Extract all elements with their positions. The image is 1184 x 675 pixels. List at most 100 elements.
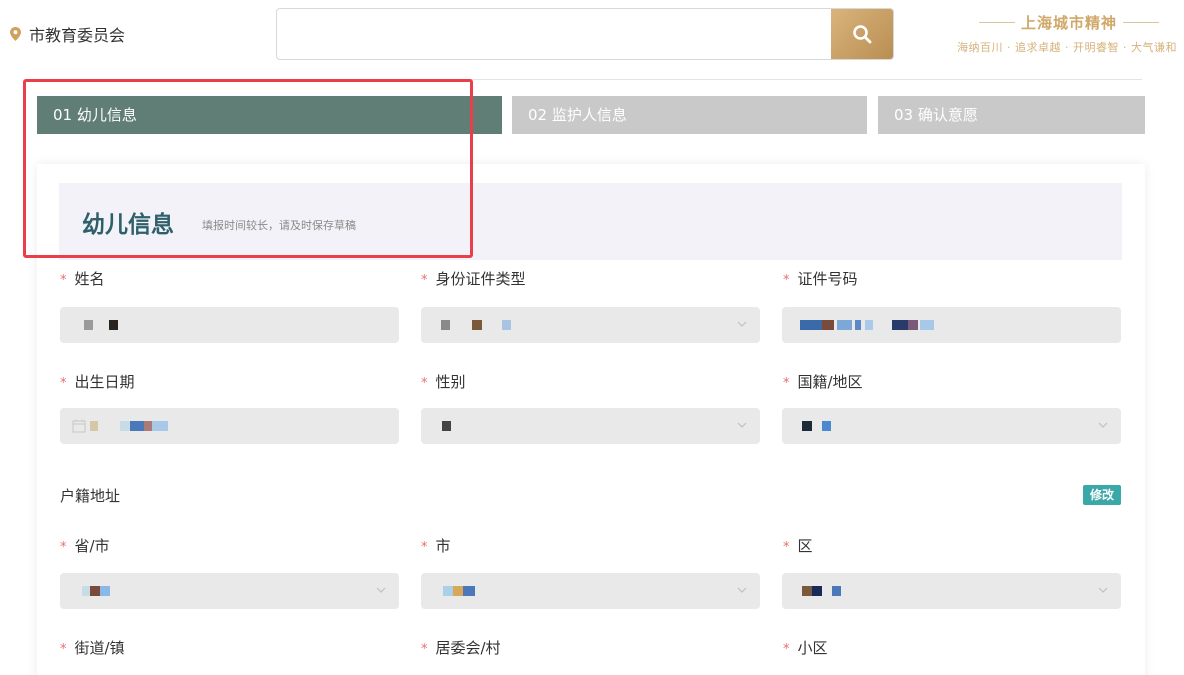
chevron-down-icon: [737, 587, 747, 593]
slogan-divider: [979, 22, 1015, 23]
gender-label: * 性别: [421, 371, 466, 392]
gender-select[interactable]: [421, 408, 760, 444]
nationality-label-text: 国籍/地区: [797, 373, 863, 391]
slogan-subtitle: 海纳百川 · 追求卓越 · 开明睿智 · 大气谦和: [957, 41, 1177, 54]
redacted-value: [822, 320, 834, 330]
required-mark: *: [421, 376, 428, 391]
nationality-label: * 国籍/地区: [783, 371, 863, 392]
city-select[interactable]: [421, 573, 760, 609]
section-header: 幼儿信息 填报时间较长，请及时保存草稿: [59, 183, 1122, 260]
step-tabs: 01 幼儿信息 02 监护人信息 03 确认意愿: [37, 96, 1145, 134]
header-divider: [276, 79, 1142, 80]
redacted-value: [120, 421, 130, 431]
redacted-value: [855, 320, 861, 330]
step-confirm-intent[interactable]: 03 确认意愿: [878, 96, 1145, 134]
province-label-text: 省/市: [74, 537, 110, 555]
community-label-text: 小区: [797, 639, 828, 657]
province-label: * 省/市: [60, 535, 110, 556]
name-label-text: 姓名: [74, 270, 105, 288]
id-type-select[interactable]: [421, 307, 760, 343]
location-pin-icon: [10, 27, 21, 41]
calendar-icon: [72, 419, 86, 433]
committee-label-text: 居委会/村: [435, 639, 501, 657]
edit-address-button[interactable]: 修改: [1083, 485, 1121, 505]
city-label-text: 市: [435, 537, 451, 555]
city-spirit-slogan: 上海城市精神 海纳百川 · 追求卓越 · 开明睿智 · 大气谦和: [957, 12, 1184, 62]
page: 市教育委员会 上海城市精神 海纳百川 · 追求卓越 · 开明睿智 · 大气谦和 …: [0, 0, 1184, 675]
redacted-value: [892, 320, 908, 330]
redacted-value: [443, 586, 453, 596]
step-guardian-info[interactable]: 02 监护人信息: [512, 96, 867, 134]
chevron-down-icon: [737, 321, 747, 327]
redacted-value: [822, 421, 831, 431]
birth-date-label-text: 出生日期: [74, 373, 135, 391]
chevron-down-icon: [1098, 422, 1108, 428]
redacted-value: [453, 586, 463, 596]
required-mark: *: [783, 273, 790, 288]
redacted-value: [130, 421, 144, 431]
street-label-text: 街道/镇: [74, 639, 125, 657]
required-mark: *: [60, 540, 67, 555]
redacted-value: [837, 320, 852, 330]
redacted-value: [90, 586, 100, 596]
step-child-info[interactable]: 01 幼儿信息: [37, 96, 502, 134]
name-input[interactable]: [60, 307, 399, 343]
gender-label-text: 性别: [435, 373, 466, 391]
redacted-value: [109, 320, 118, 330]
province-select[interactable]: [60, 573, 399, 609]
required-mark: *: [783, 540, 790, 555]
redacted-value: [812, 586, 822, 596]
redacted-value: [152, 421, 168, 431]
required-mark: *: [421, 642, 428, 657]
search-input[interactable]: [277, 9, 831, 59]
redacted-value: [90, 421, 98, 431]
redacted-value: [441, 320, 450, 330]
section-title: 幼儿信息: [82, 211, 174, 238]
redacted-value: [908, 320, 918, 330]
required-mark: *: [60, 642, 67, 657]
redacted-value: [920, 320, 934, 330]
redacted-value: [442, 421, 451, 431]
redacted-value: [802, 586, 812, 596]
id-number-label-text: 证件号码: [797, 270, 858, 288]
redacted-value: [502, 320, 511, 330]
birth-date-label: * 出生日期: [60, 371, 135, 392]
id-number-label: * 证件号码: [783, 268, 858, 289]
slogan-title: 上海城市精神: [1021, 14, 1118, 32]
required-mark: *: [421, 540, 428, 555]
redacted-value: [84, 320, 93, 330]
search-bar: [276, 8, 894, 60]
nationality-select[interactable]: [782, 408, 1121, 444]
community-label: * 小区: [783, 637, 828, 658]
required-mark: *: [783, 642, 790, 657]
district-select[interactable]: [782, 573, 1121, 609]
district-label-text: 区: [797, 537, 813, 555]
redacted-value: [144, 421, 152, 431]
redacted-value: [832, 586, 841, 596]
chevron-down-icon: [376, 587, 386, 593]
street-label: * 街道/镇: [60, 637, 125, 658]
required-mark: *: [60, 273, 67, 288]
slogan-divider: [1123, 22, 1160, 23]
birth-date-picker[interactable]: [60, 408, 399, 444]
committee-label: * 居委会/村: [421, 637, 501, 658]
redacted-value: [472, 320, 482, 330]
chevron-down-icon: [737, 422, 747, 428]
redacted-value: [100, 586, 110, 596]
redacted-value: [463, 586, 475, 596]
household-address-heading: 户籍地址: [60, 487, 121, 505]
id-number-input[interactable]: [782, 307, 1121, 343]
required-mark: *: [783, 376, 790, 391]
redacted-value: [82, 586, 90, 596]
search-button[interactable]: [831, 9, 893, 59]
city-label: * 市: [421, 535, 451, 556]
search-icon: [853, 25, 872, 44]
id-type-label-text: 身份证件类型: [435, 270, 526, 288]
redacted-value: [802, 421, 812, 431]
district-label: * 区: [783, 535, 813, 556]
chevron-down-icon: [1098, 587, 1108, 593]
section-hint: 填报时间较长，请及时保存草稿: [202, 218, 356, 232]
required-mark: *: [60, 376, 67, 391]
location-selector[interactable]: 市教育委员会: [10, 22, 125, 46]
id-type-label: * 身份证件类型: [421, 268, 526, 289]
